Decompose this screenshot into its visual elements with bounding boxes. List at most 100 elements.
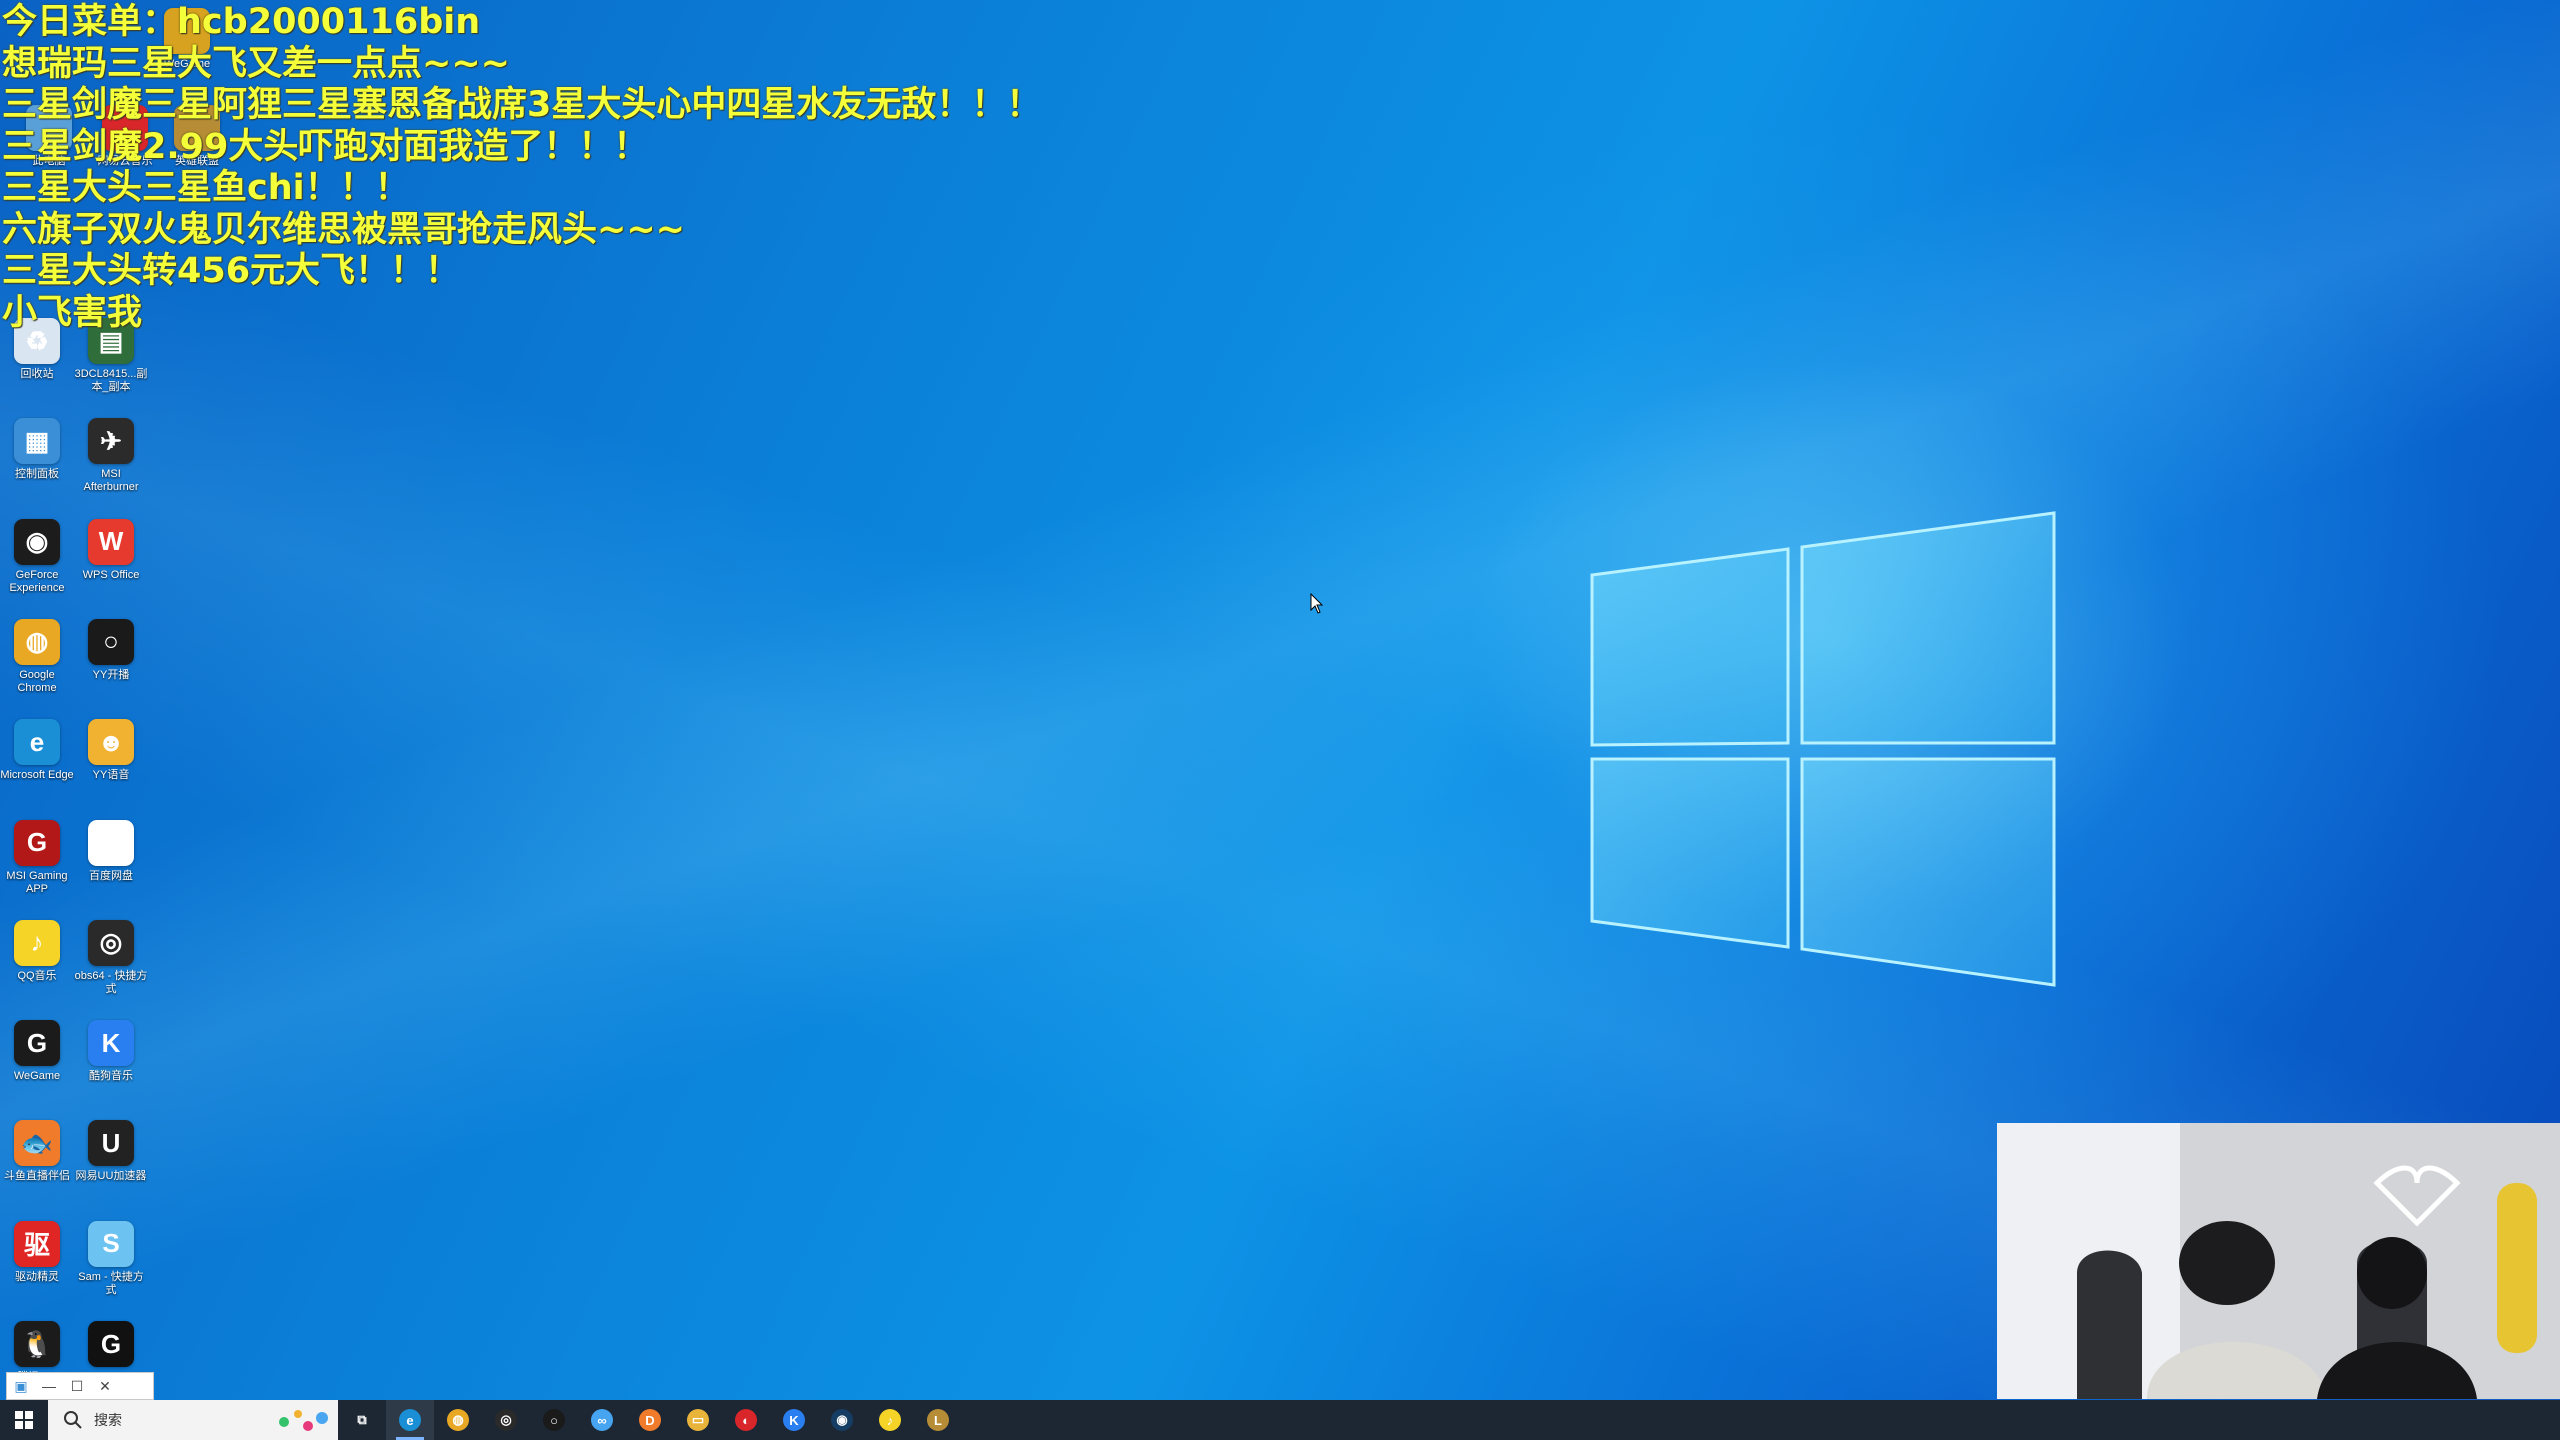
windows-logo bbox=[1590, 511, 2056, 987]
start-button[interactable] bbox=[0, 1400, 48, 1440]
taskbar-apps: ⧉ e ◍ ◎ ○ ∞ D ▭ ◐ K ◉ ♪ L bbox=[338, 1400, 962, 1440]
desktop-icon-obs[interactable]: ◎ obs64 - 快捷方式 bbox=[74, 919, 148, 1016]
obs-icon: ◎ bbox=[88, 919, 134, 966]
baidu-netdisk-icon: ∞ bbox=[88, 819, 134, 866]
desktop-icon-uu-booster[interactable]: U 网易UU加速器 bbox=[74, 1120, 148, 1216]
mouse-cursor-icon bbox=[1310, 593, 1324, 614]
overlay-line: 三星剑魔2.99大头吓跑对面我造了！！！ bbox=[2, 126, 649, 167]
mini-window[interactable]: ▣ — ☐ ✕ bbox=[6, 1372, 154, 1400]
taskbar-button-lol[interactable]: L bbox=[914, 1400, 962, 1440]
steam-icon: ◉ bbox=[831, 1409, 853, 1431]
desktop-icon-label: 网易UU加速器 bbox=[75, 1170, 147, 1183]
desktop-icon-sam[interactable]: S Sam - 快捷方式 bbox=[74, 1220, 148, 1317]
desktop-icon-label: WeGame bbox=[13, 1070, 61, 1083]
app-thumbnail-icon: ▣ bbox=[14, 1377, 28, 1394]
desktop-icon-chrome[interactable]: ◍ Google Chrome bbox=[0, 618, 74, 715]
douyu-icon: 🐟 bbox=[14, 1120, 60, 1167]
qq-music-icon: ♪ bbox=[879, 1409, 901, 1431]
desktop-icon-label: 控制面板 bbox=[15, 468, 59, 481]
desktop-icon-label: 斗鱼直播伴侣 bbox=[4, 1170, 70, 1183]
desktop-icon-wps[interactable]: W WPS Office bbox=[74, 518, 148, 615]
taskbar-button-task-view[interactable]: ⧉ bbox=[338, 1400, 386, 1440]
msi-gaming-icon: G bbox=[14, 819, 60, 866]
desktop-icon-msi-afterburner[interactable]: ✈ MSI Afterburner bbox=[74, 418, 148, 514]
edge-icon: e bbox=[14, 719, 60, 766]
taskbar-button-chrome[interactable]: ◍ bbox=[434, 1400, 482, 1440]
folder-icon: ▭ bbox=[687, 1409, 709, 1431]
windows-start-icon bbox=[15, 1411, 33, 1429]
taskbar-button-netease[interactable]: ◐ bbox=[722, 1400, 770, 1440]
desktop-icon-qq-music[interactable]: ♪ QQ音乐 bbox=[0, 919, 74, 1016]
desktop-icon-label: QQ音乐 bbox=[17, 969, 57, 982]
desktop-icon-msi-gaming[interactable]: G MSI Gaming APP bbox=[0, 819, 74, 916]
uu-booster-icon: U bbox=[88, 1120, 134, 1167]
overlay-line: 今日菜单：hcb2000116bin bbox=[2, 2, 481, 42]
taskbar-button-baidu[interactable]: ∞ bbox=[578, 1400, 626, 1440]
kugou-icon: K bbox=[783, 1409, 805, 1431]
taskbar-button-obs[interactable]: ◎ bbox=[482, 1400, 530, 1440]
taskbar-search-box[interactable]: 搜索 bbox=[48, 1400, 338, 1440]
kugou-icon: K bbox=[88, 1020, 134, 1067]
desktop-icon-label: MSI Gaming APP bbox=[6, 869, 68, 895]
desktop-icon-label: YY语音 bbox=[92, 769, 130, 782]
desktop-icon-driver-genius[interactable]: 驱驱动精灵 bbox=[0, 1220, 74, 1317]
qq-icon: 🐧 bbox=[14, 1321, 60, 1367]
logo-pane-bottom-right bbox=[1800, 757, 2056, 987]
desktop-icon-nvidia[interactable]: ◉ GeForce Experience bbox=[0, 518, 74, 615]
taskbar-button-douyu[interactable]: D bbox=[626, 1400, 674, 1440]
douyu-icon: D bbox=[639, 1409, 661, 1431]
desktop-wallpaper: ♻ 回收站 ▤ 3DCL8415...副本_副本 ▦ 控制面板 ✈ MSI Afterburn… bbox=[0, 0, 2560, 1440]
maximize-button[interactable]: ☐ bbox=[63, 1378, 91, 1395]
wps-icon: W bbox=[88, 518, 134, 565]
desktop-icon-control-panel[interactable]: ▦ 控制面板 bbox=[0, 418, 74, 514]
netease-music-icon: ◐ bbox=[735, 1409, 757, 1431]
desktop-icon-label: Microsoft Edge bbox=[0, 769, 74, 782]
taskbar-button-steam[interactable]: ◉ bbox=[818, 1400, 866, 1440]
overlay-line: 三星大头三星鱼chi！！！ bbox=[2, 168, 410, 208]
mannequin bbox=[2497, 1183, 2537, 1353]
desktop-icon-yy-voice[interactable]: ☻ YY语音 bbox=[74, 719, 148, 815]
logo-pane-top-right bbox=[1800, 511, 2056, 745]
baidu-netdisk-icon: ∞ bbox=[591, 1409, 613, 1431]
control-panel-icon: ▦ bbox=[14, 418, 60, 465]
desktop-icon-baidu-netdisk[interactable]: ∞ 百度网盘 bbox=[74, 819, 148, 916]
desktop-icon-kugou[interactable]: K 酷狗音乐 bbox=[74, 1020, 148, 1116]
desktop-icon-label: WPS Office bbox=[82, 568, 140, 581]
minimize-button[interactable]: — bbox=[35, 1378, 63, 1394]
chrome-icon: ◍ bbox=[14, 618, 60, 665]
desktop-icon-label: MSI Afterburner bbox=[83, 468, 139, 494]
taskbar-button-explorer[interactable]: ▭ bbox=[674, 1400, 722, 1440]
desktop-icon-label: 回收站 bbox=[20, 368, 54, 380]
taskbar-button-yy-live[interactable]: ○ bbox=[530, 1400, 578, 1440]
yy-voice-icon: ☻ bbox=[88, 719, 134, 766]
desktop-icon-label: 百度网盘 bbox=[89, 869, 133, 882]
taskbar-button-qq-music[interactable]: ♪ bbox=[866, 1400, 914, 1440]
qq-music-icon: ♪ bbox=[14, 919, 60, 966]
overlay-line: 六旗子双火鬼贝尔维思被黑哥抢走风头~~~ bbox=[2, 209, 685, 250]
msi-afterburner-icon: ✈ bbox=[88, 418, 134, 465]
logo-pane-top-left bbox=[1590, 547, 1790, 747]
sam-icon: S bbox=[88, 1220, 134, 1267]
taskbar-button-kugou[interactable]: K bbox=[770, 1400, 818, 1440]
search-placeholder: 搜索 bbox=[94, 1412, 122, 1428]
desktop-icon-douyu[interactable]: 🐟 斗鱼直播伴侣 bbox=[0, 1120, 74, 1216]
yy-live-icon: ○ bbox=[88, 618, 134, 665]
search-icon bbox=[64, 1411, 82, 1429]
close-button[interactable]: ✕ bbox=[91, 1378, 119, 1395]
desktop-icon-label: obs64 - 快捷方式 bbox=[74, 969, 148, 995]
search-highlight-icon bbox=[279, 1410, 328, 1431]
desktop-icon-yy-live[interactable]: ○ YY开播 bbox=[74, 618, 148, 715]
overlay-line: 三星大头转456元大飞！！！ bbox=[2, 251, 461, 291]
desktop-icon-wegame[interactable]: G WeGame bbox=[0, 1020, 74, 1116]
overlay-line: 三星剑魔三星阿狸三星塞恩备战席3星大头心中四星水友无敌！！！ bbox=[2, 85, 1042, 125]
desktop-icon-edge[interactable]: e Microsoft Edge bbox=[0, 719, 74, 815]
person-right-head bbox=[2357, 1237, 2427, 1309]
taskbar-button-edge[interactable]: e bbox=[386, 1400, 434, 1440]
wegame-icon: G bbox=[14, 1020, 60, 1067]
desktop-icon-label: GeForce Experience bbox=[9, 568, 65, 594]
person-left-head bbox=[2179, 1221, 2275, 1305]
overlay-line: 想瑞玛三星大飞又差一点点~~~ bbox=[2, 43, 510, 84]
desktop-icon-label: 驱动精灵 bbox=[15, 1270, 59, 1283]
obs-icon: ◎ bbox=[495, 1409, 517, 1431]
stream-overlay-text: 今日菜单：hcb2000116bin 想瑞玛三星大飞又差一点点~~~ 三星剑魔三… bbox=[2, 2, 1302, 334]
